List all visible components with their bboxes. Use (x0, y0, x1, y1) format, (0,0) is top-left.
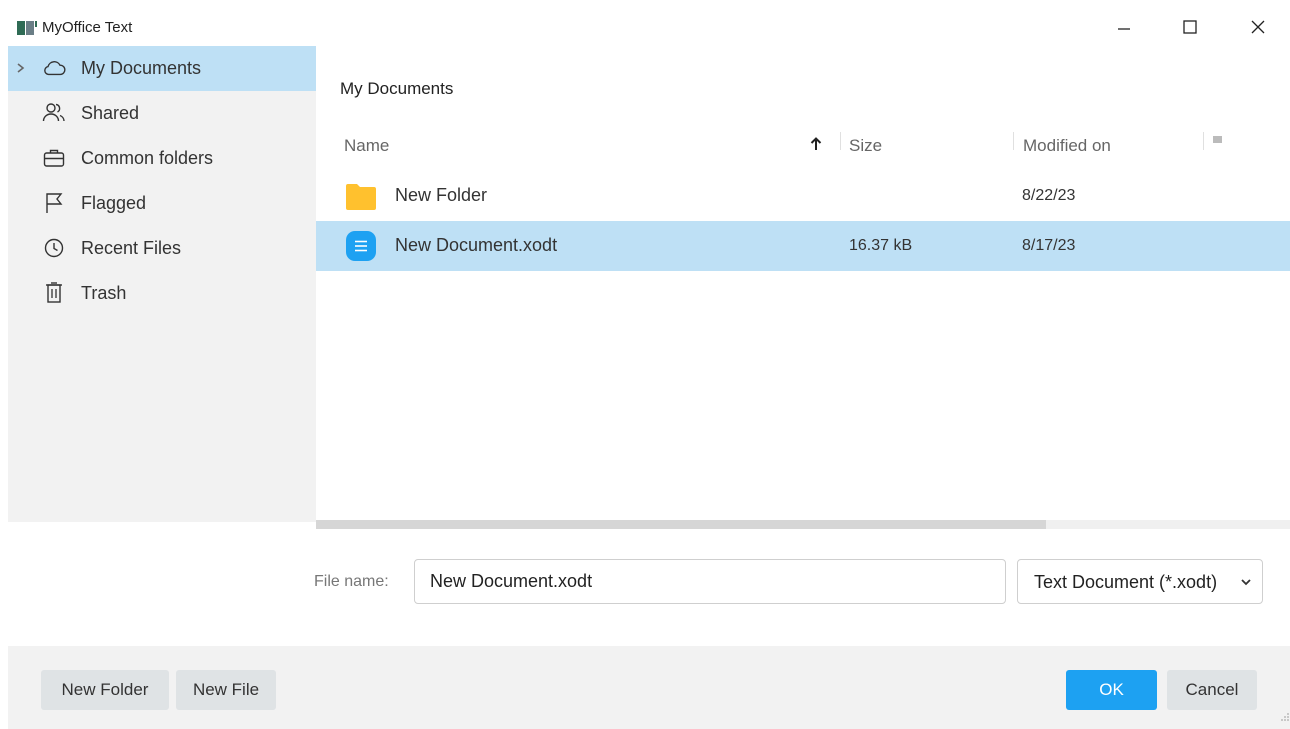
title-bar: MyOffice Text (0, 8, 1290, 46)
sidebar-item-label: My Documents (81, 58, 202, 78)
trash-icon (42, 282, 66, 304)
minimize-button[interactable] (1104, 12, 1144, 42)
resize-grip-icon[interactable] (1280, 712, 1290, 722)
close-button[interactable] (1238, 12, 1278, 42)
file-list-pane: My Documents Name Size Modified on New F… (316, 46, 1290, 529)
sidebar-item-flagged[interactable]: Flagged (8, 181, 316, 226)
new-folder-button[interactable]: New Folder (41, 670, 169, 710)
file-name-input[interactable] (414, 559, 1006, 604)
sidebar-item-label: Recent Files (81, 238, 182, 258)
file-type-selected: Text Document (*.xodt) (1034, 572, 1218, 592)
column-header-size[interactable]: Size (849, 136, 882, 156)
file-name-cell: New Folder (395, 185, 488, 205)
minimize-icon (1118, 28, 1130, 30)
app-logo-icon (17, 21, 37, 35)
sidebar-item-label: Shared (81, 103, 140, 123)
sidebar-item-recent-files[interactable]: Recent Files (8, 226, 316, 271)
chevron-right-icon[interactable] (15, 60, 27, 76)
sidebar-item-my-documents[interactable]: My Documents (8, 46, 316, 91)
column-divider[interactable] (1013, 132, 1014, 150)
sort-ascending-icon[interactable] (809, 135, 823, 153)
sidebar-item-label: Common folders (81, 148, 214, 168)
cancel-button[interactable]: Cancel (1167, 670, 1257, 710)
sidebar-item-label: Trash (81, 283, 127, 303)
column-divider[interactable] (840, 132, 841, 150)
column-divider[interactable] (1203, 132, 1204, 150)
table-row[interactable]: New Document.xodt 16.37 kB 8/17/23 (316, 221, 1290, 271)
dialog-footer: New Folder New File OK Cancel (8, 646, 1290, 729)
cloud-icon (42, 57, 66, 79)
breadcrumb[interactable]: My Documents (340, 79, 453, 99)
file-name-label: File name: (314, 573, 389, 590)
sidebar-item-label: Flagged (81, 193, 147, 213)
window-title: MyOffice Text (42, 19, 133, 36)
scrollbar-thumb[interactable] (316, 520, 1046, 529)
sidebar-item-trash[interactable]: Trash (8, 271, 316, 316)
file-size-cell: 16.37 kB (849, 237, 913, 254)
maximize-button[interactable] (1170, 12, 1210, 42)
folder-icon (346, 184, 376, 210)
sidebar: My Documents Shared Common folders Flagg… (8, 46, 316, 522)
column-header-name[interactable]: Name (344, 136, 389, 156)
flag-column-icon[interactable] (1210, 134, 1224, 152)
close-icon (1251, 20, 1265, 34)
file-name-cell: New Document.xodt (395, 235, 558, 255)
chevron-down-icon (1241, 579, 1251, 586)
document-icon (346, 231, 376, 261)
column-header-modified[interactable]: Modified on (1023, 136, 1111, 156)
new-file-button[interactable]: New File (176, 670, 276, 710)
people-icon (42, 102, 66, 124)
sidebar-item-common-folders[interactable]: Common folders (8, 136, 316, 181)
sidebar-item-shared[interactable]: Shared (8, 91, 316, 136)
table-row[interactable]: New Folder 8/22/23 (316, 171, 1290, 221)
ok-button[interactable]: OK (1066, 670, 1157, 710)
file-type-dropdown[interactable]: Text Document (*.xodt) (1017, 559, 1263, 604)
horizontal-scrollbar[interactable] (316, 520, 1290, 529)
maximize-icon (1183, 20, 1197, 34)
modified-date-cell: 8/17/23 (1022, 237, 1076, 254)
clock-icon (42, 237, 66, 259)
flag-icon (42, 192, 66, 214)
briefcase-icon (42, 147, 66, 169)
modified-date-cell: 8/22/23 (1022, 187, 1076, 204)
